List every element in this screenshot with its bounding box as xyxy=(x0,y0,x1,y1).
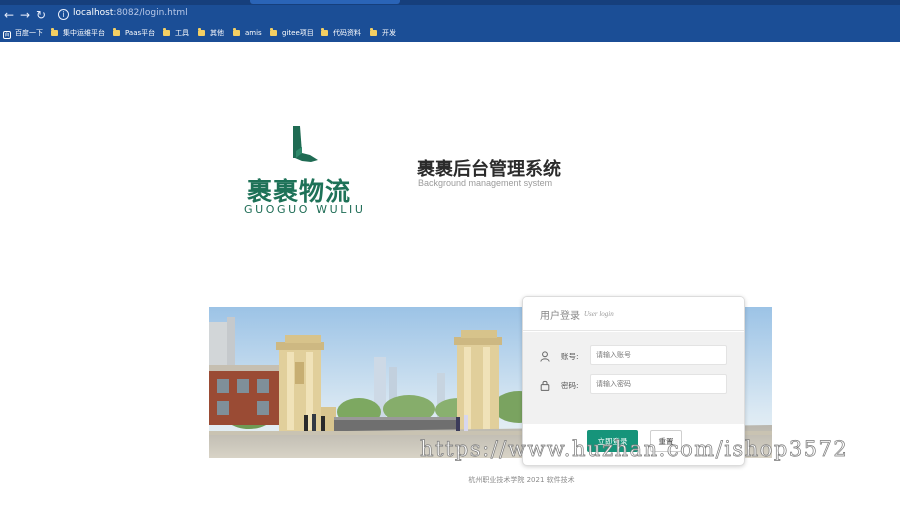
logo-english-name: GUOGUO WULIU xyxy=(244,203,366,216)
bookmark-label: 百度一下 xyxy=(15,29,43,37)
login-title: 用户登录 xyxy=(540,311,580,322)
bookmark-label: gitee项目 xyxy=(282,29,314,37)
folder-icon xyxy=(270,28,277,36)
watermark-text: https://www.huzhan.com/ishop3572 xyxy=(420,437,849,462)
user-icon xyxy=(540,351,550,362)
login-form: 账号: 密码: xyxy=(523,332,744,424)
bookmarks-bar: 百百度一下 集中运维平台 Paas平台 工具 其他 amis gitee项目 代… xyxy=(0,25,900,42)
bookmark-baidu[interactable]: 百百度一下 xyxy=(3,27,43,40)
login-panel-header: 用户登录 User login xyxy=(523,297,744,331)
url-host: localhost xyxy=(73,8,114,18)
password-input[interactable] xyxy=(590,374,727,394)
folder-icon xyxy=(51,28,58,36)
system-subtitle: Background management system xyxy=(418,178,553,188)
footer-text: 杭州职业技术学院 2021 软件技术 xyxy=(0,475,900,485)
active-tab[interactable] xyxy=(250,0,400,4)
bookmark-label: 集中运维平台 xyxy=(63,29,105,37)
info-icon[interactable]: i xyxy=(58,9,69,20)
baidu-icon: 百 xyxy=(3,31,11,39)
company-logo: 裹裹物流 GUOGUO WULIU xyxy=(240,125,375,217)
url-path: :8082/login.html xyxy=(113,8,188,18)
back-icon[interactable]: ← xyxy=(1,7,17,23)
navigation-bar: ← → ↻ i localhost:8082/login.html xyxy=(0,5,900,25)
folder-icon xyxy=(163,28,170,36)
bookmark-folder[interactable]: 其他 xyxy=(198,27,224,40)
reload-icon[interactable]: ↻ xyxy=(33,7,49,23)
account-input[interactable] xyxy=(590,345,727,365)
bookmark-label: 工具 xyxy=(175,29,189,37)
bookmark-label: amis xyxy=(245,29,262,37)
account-label: 账号: xyxy=(561,352,579,361)
bookmark-label: 其他 xyxy=(210,29,224,37)
folder-icon xyxy=(233,28,240,36)
lock-icon xyxy=(540,380,550,391)
bookmark-folder[interactable]: 工具 xyxy=(163,27,189,40)
footer-copyright: 杭州职业技术学院 2021 软件技术 xyxy=(468,476,575,484)
bookmark-label: 开发 xyxy=(382,29,396,37)
folder-icon xyxy=(198,28,205,36)
bookmark-folder[interactable]: Paas平台 xyxy=(113,27,155,40)
address-bar[interactable]: localhost:8082/login.html xyxy=(73,8,188,18)
login-title-english: User login xyxy=(584,310,614,318)
forward-icon[interactable]: → xyxy=(17,7,33,23)
bookmark-folder[interactable]: gitee项目 xyxy=(270,27,314,40)
bookmark-folder[interactable]: 开发 xyxy=(370,27,396,40)
folder-icon xyxy=(321,28,328,36)
bookmark-folder[interactable]: amis xyxy=(233,27,262,40)
logo-mark xyxy=(293,126,318,162)
bookmark-label: Paas平台 xyxy=(125,29,156,37)
password-label: 密码: xyxy=(561,381,579,390)
bookmark-folder[interactable]: 代码资料 xyxy=(321,27,361,40)
bookmark-folder[interactable]: 集中运维平台 xyxy=(51,27,105,40)
browser-chrome: ← → ↻ i localhost:8082/login.html 百百度一下 … xyxy=(0,0,900,42)
bookmark-label: 代码资料 xyxy=(333,29,361,37)
folder-icon xyxy=(113,28,120,36)
folder-icon xyxy=(370,28,377,36)
